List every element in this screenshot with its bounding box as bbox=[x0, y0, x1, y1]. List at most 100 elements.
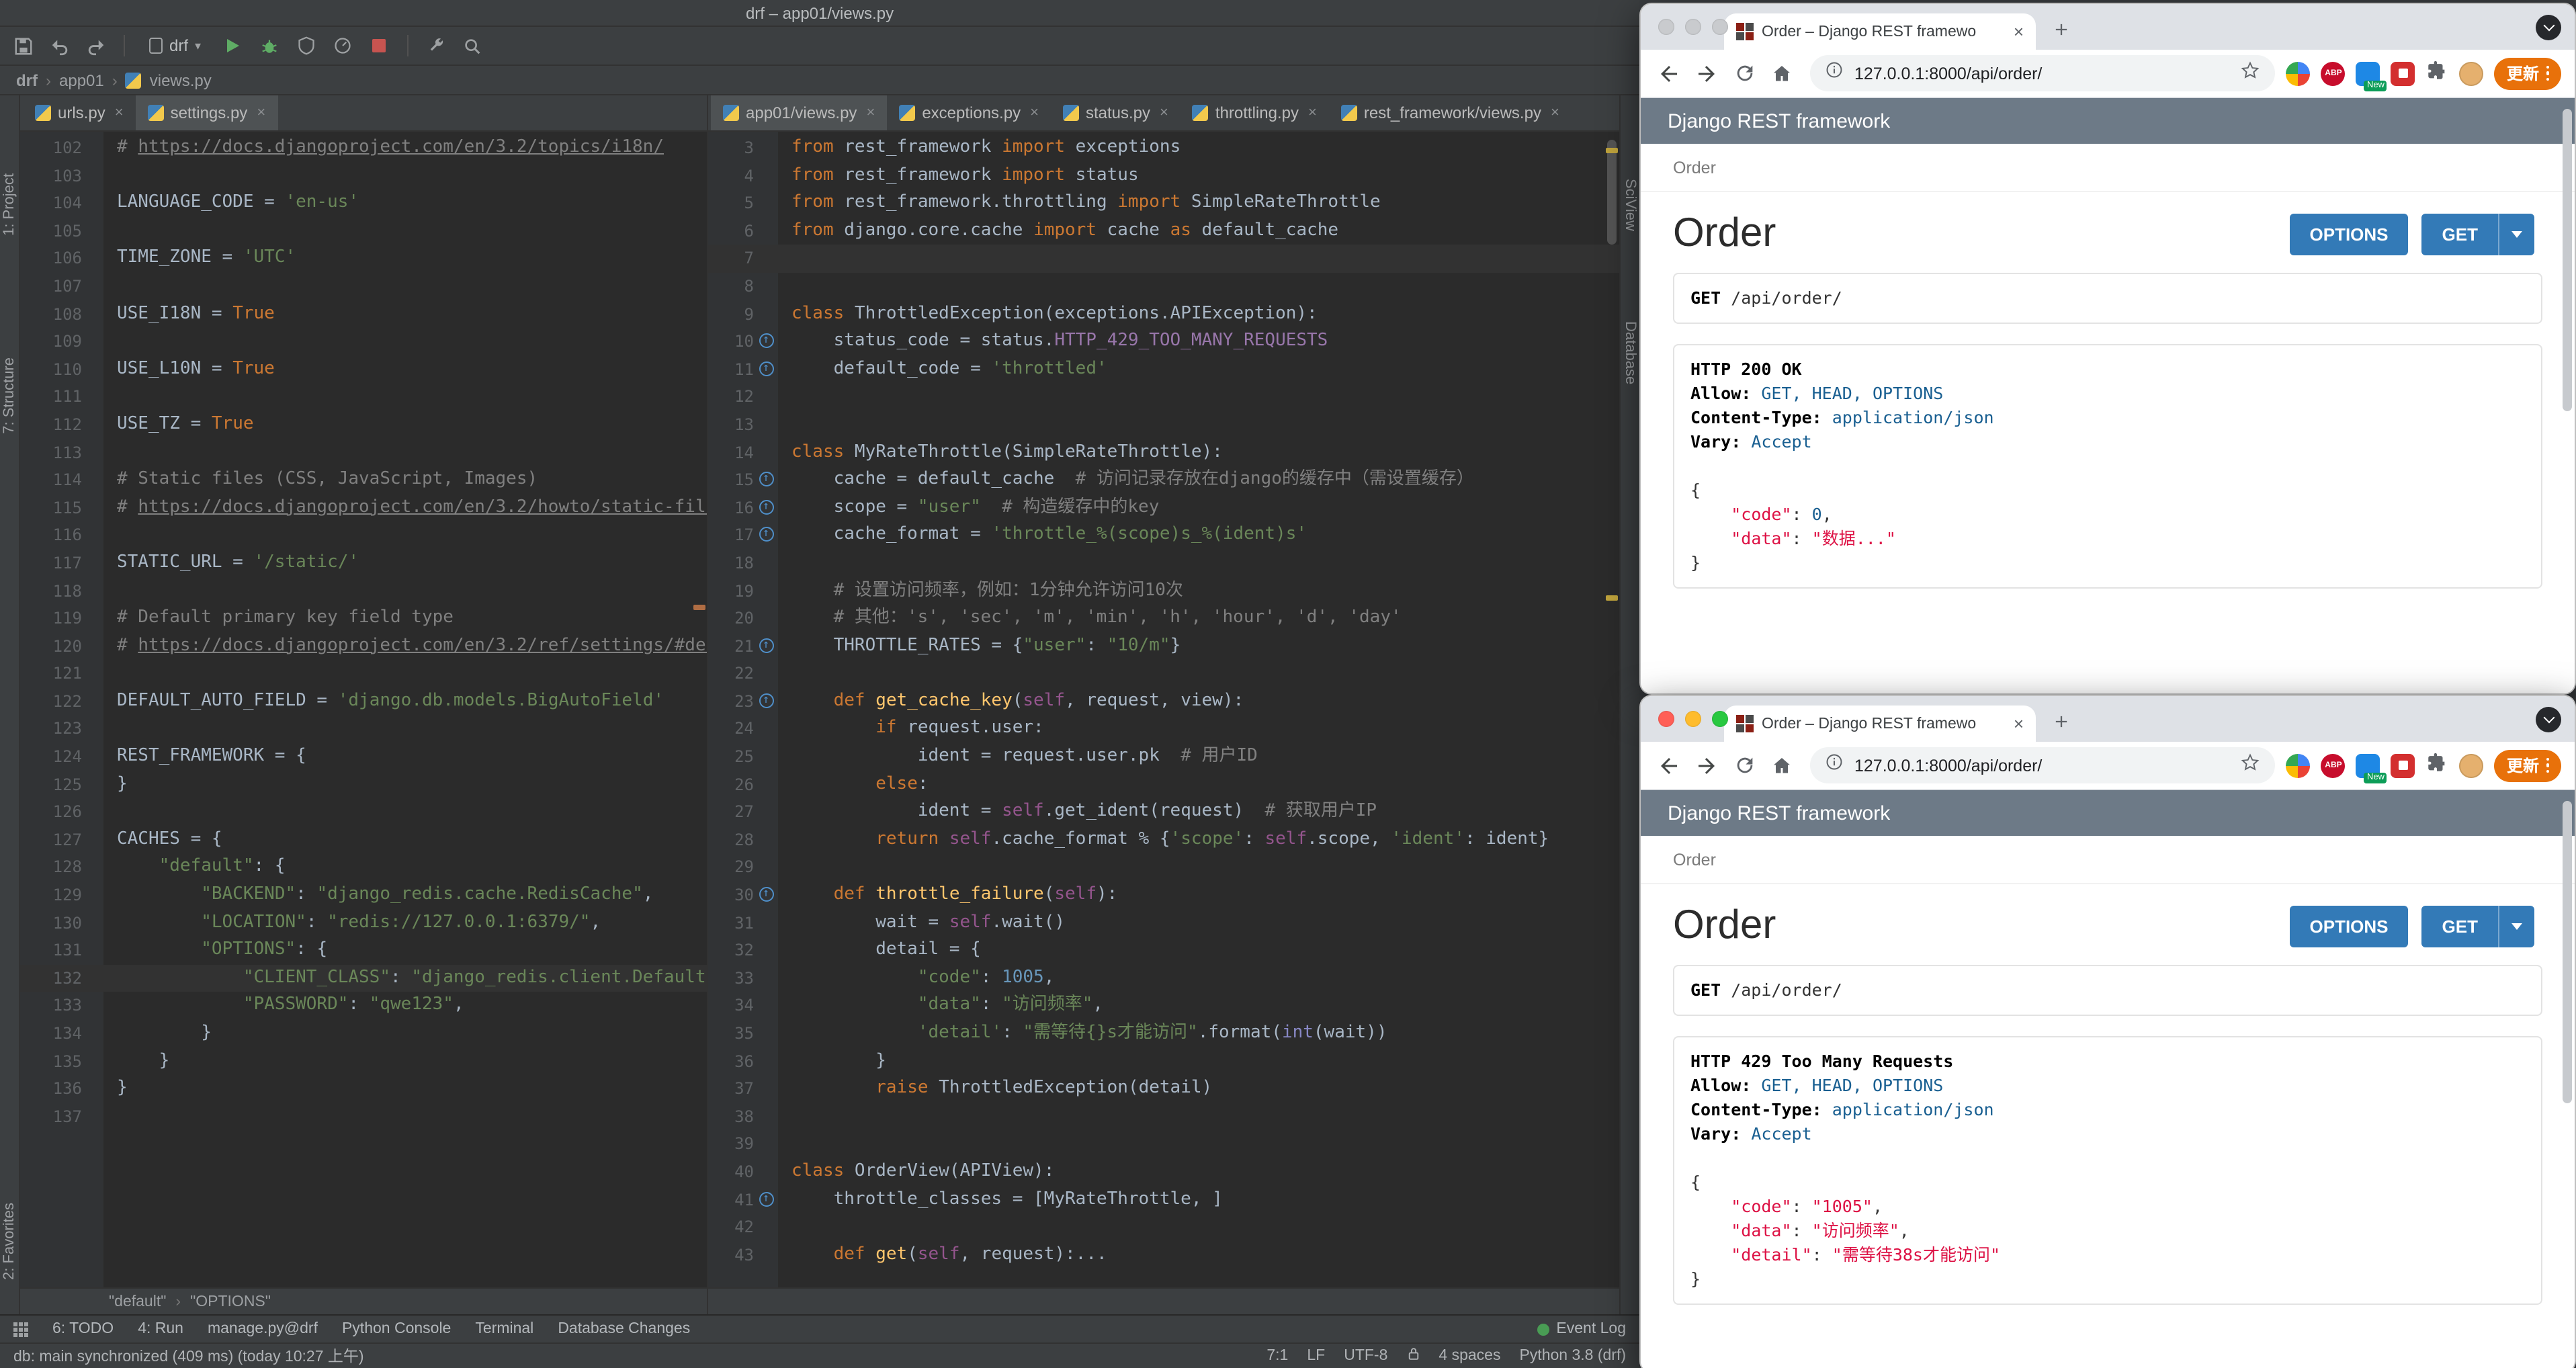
url-text[interactable]: 127.0.0.1:8000/api/order/ bbox=[1854, 64, 2230, 83]
status-terminal[interactable]: Terminal bbox=[475, 1321, 533, 1337]
code-line[interactable]: 41↑ throttle_classes = [MyRateThrottle, … bbox=[708, 1186, 1619, 1213]
code-line[interactable]: 26 else: bbox=[708, 771, 1619, 798]
code-line[interactable]: 123 bbox=[20, 716, 707, 743]
code-line[interactable]: 38 bbox=[708, 1103, 1619, 1131]
code-line[interactable]: 119# Default primary key field type bbox=[20, 605, 707, 632]
bookmark-star-icon[interactable] bbox=[2241, 752, 2261, 779]
tab-close-icon[interactable]: × bbox=[115, 105, 124, 121]
code-line[interactable]: 120# https://docs.djangoproject.com/en/3… bbox=[20, 632, 707, 660]
browser-tab[interactable]: Order – Django REST framewo × bbox=[1724, 13, 2036, 50]
python-interpreter[interactable]: Python 3.8 (drf) bbox=[1519, 1348, 1626, 1364]
home-button[interactable] bbox=[1764, 748, 1799, 783]
code-line[interactable]: 10↑ status_code = status.HTTP_429_TOO_MA… bbox=[708, 328, 1619, 355]
code-line[interactable]: 122DEFAULT_AUTO_FIELD = 'django.db.model… bbox=[20, 688, 707, 716]
code-line[interactable]: 23↑ def get_cache_key(self, request, vie… bbox=[708, 688, 1619, 716]
code-line[interactable]: 30↑ def throttle_failure(self): bbox=[708, 882, 1619, 909]
status-run[interactable]: 4: Run bbox=[138, 1321, 183, 1337]
code-line[interactable]: 15↑ cache = default_cache # 访问记录存放在djang… bbox=[708, 466, 1619, 494]
zoom-window-button[interactable] bbox=[1712, 19, 1728, 35]
code-line[interactable]: 115# https://docs.djangoproject.com/en/3… bbox=[20, 494, 707, 521]
code-line[interactable]: 34 "data": "访问频率", bbox=[708, 992, 1619, 1020]
coverage-icon[interactable] bbox=[294, 34, 318, 58]
tool-window-project-button[interactable]: 1: Project bbox=[1, 173, 17, 236]
breadcrumb-project[interactable]: drf bbox=[16, 71, 38, 89]
code-line[interactable]: 136} bbox=[20, 1075, 707, 1103]
code-line[interactable]: 3from rest_framework import exceptions bbox=[708, 134, 1619, 162]
run-button[interactable] bbox=[221, 34, 245, 58]
extensions-puzzle-icon[interactable] bbox=[2426, 58, 2449, 88]
options-button[interactable]: OPTIONS bbox=[2290, 905, 2409, 947]
code-line[interactable]: 106TIME_ZONE = 'UTC' bbox=[20, 245, 707, 273]
code-line[interactable]: 103 bbox=[20, 162, 707, 189]
tab-close-icon[interactable]: × bbox=[2014, 715, 2024, 732]
new-tab-button[interactable] bbox=[2044, 12, 2079, 47]
chrome-update-button[interactable]: 更新 bbox=[2495, 57, 2561, 89]
extension-icon[interactable]: New bbox=[2356, 61, 2380, 85]
code-line[interactable]: 131 "OPTIONS": { bbox=[20, 937, 707, 964]
get-dropdown-caret[interactable] bbox=[2498, 905, 2534, 947]
new-tab-button[interactable] bbox=[2044, 704, 2079, 739]
code-line[interactable]: 133 "PASSWORD": "qwe123", bbox=[20, 992, 707, 1020]
status-manage-py[interactable]: manage.py@drf bbox=[208, 1321, 318, 1337]
debug-button[interactable] bbox=[257, 34, 282, 58]
code-line[interactable]: 137 bbox=[20, 1103, 707, 1131]
code-line[interactable]: 32 detail = { bbox=[708, 937, 1619, 964]
extension-icon[interactable]: New bbox=[2356, 753, 2380, 777]
code-breadcrumb-item[interactable]: "OPTIONS" bbox=[190, 1293, 271, 1310]
code-line[interactable]: 111 bbox=[20, 384, 707, 411]
editor-settings-py[interactable]: 102# https://docs.djangoproject.com/en/3… bbox=[20, 132, 707, 1287]
code-line[interactable]: 129 "BACKEND": "django_redis.cache.Redis… bbox=[20, 882, 707, 909]
code-line[interactable]: 9class ThrottledException(exceptions.API… bbox=[708, 300, 1619, 328]
redo-icon[interactable] bbox=[83, 34, 108, 58]
forward-button[interactable] bbox=[1689, 56, 1724, 91]
tab-exceptions-py[interactable]: exceptions.py × bbox=[887, 95, 1051, 130]
code-line[interactable]: 105 bbox=[20, 218, 707, 245]
options-button[interactable]: OPTIONS bbox=[2290, 213, 2409, 255]
tab-close-icon[interactable]: × bbox=[1160, 105, 1168, 121]
search-icon[interactable] bbox=[460, 34, 484, 58]
code-line[interactable]: 33 "code": 1005, bbox=[708, 965, 1619, 992]
wrench-icon[interactable] bbox=[424, 34, 448, 58]
code-line[interactable]: 42 bbox=[708, 1213, 1619, 1241]
tool-windows-icon[interactable] bbox=[13, 1322, 28, 1336]
extension-icon[interactable] bbox=[2286, 61, 2311, 85]
tool-window-favorites-button[interactable]: 2: Favorites bbox=[1, 1202, 17, 1279]
profile-avatar[interactable] bbox=[2460, 61, 2484, 85]
tool-window-sciview-button[interactable]: SciView bbox=[1622, 179, 1638, 231]
extension-icon[interactable] bbox=[2391, 753, 2415, 777]
code-line[interactable]: 121 bbox=[20, 660, 707, 688]
tab-close-icon[interactable]: × bbox=[1308, 105, 1317, 121]
code-line[interactable]: 37 raise ThrottledException(detail) bbox=[708, 1075, 1619, 1103]
code-line[interactable]: 135 } bbox=[20, 1048, 707, 1075]
reload-button[interactable] bbox=[1727, 748, 1762, 783]
tab-close-icon[interactable]: × bbox=[1551, 105, 1559, 121]
code-line[interactable]: 25 ident = request.user.pk # 用户ID bbox=[708, 743, 1619, 771]
chrome-update-button[interactable]: 更新 bbox=[2495, 749, 2561, 781]
back-button[interactable] bbox=[1651, 748, 1686, 783]
drf-navbar[interactable]: Django REST framework bbox=[1641, 98, 2575, 144]
tab-app01-views-py[interactable]: app01/views.py × bbox=[711, 95, 887, 130]
tab-search-icon[interactable] bbox=[2536, 707, 2561, 732]
code-line[interactable]: 109 bbox=[20, 328, 707, 355]
readonly-lock-icon[interactable] bbox=[1406, 1346, 1420, 1365]
tab-close-icon[interactable]: × bbox=[1030, 105, 1039, 121]
run-config-selector[interactable]: drf ▾ bbox=[141, 34, 209, 58]
code-line[interactable]: 113 bbox=[20, 439, 707, 466]
code-line[interactable]: 11↑ default_code = 'throttled' bbox=[708, 356, 1619, 384]
browser-tab[interactable]: Order – Django REST framewo × bbox=[1724, 706, 2036, 742]
home-button[interactable] bbox=[1764, 56, 1799, 91]
status-todo[interactable]: 6: TODO bbox=[52, 1321, 114, 1337]
save-icon[interactable] bbox=[11, 34, 35, 58]
code-line[interactable]: 14class MyRateThrottle(SimpleRateThrottl… bbox=[708, 439, 1619, 466]
code-line[interactable]: 128 "default": { bbox=[20, 854, 707, 882]
code-line[interactable]: 130 "LOCATION": "redis://127.0.0.1:6379/… bbox=[20, 909, 707, 937]
code-line[interactable]: 4from rest_framework import status bbox=[708, 162, 1619, 189]
zoom-window-button[interactable] bbox=[1712, 711, 1728, 727]
code-line[interactable]: 102# https://docs.djangoproject.com/en/3… bbox=[20, 134, 707, 162]
drf-navbar[interactable]: Django REST framework bbox=[1641, 790, 2575, 836]
code-line[interactable]: 18 bbox=[708, 550, 1619, 577]
code-line[interactable]: 31 wait = self.wait() bbox=[708, 909, 1619, 937]
address-bar[interactable]: 127.0.0.1:8000/api/order/ bbox=[1810, 55, 2276, 91]
code-line[interactable]: 27 ident = self.get_ident(request) # 获取用… bbox=[708, 799, 1619, 826]
tab-urls-py[interactable]: urls.py × bbox=[23, 95, 136, 130]
